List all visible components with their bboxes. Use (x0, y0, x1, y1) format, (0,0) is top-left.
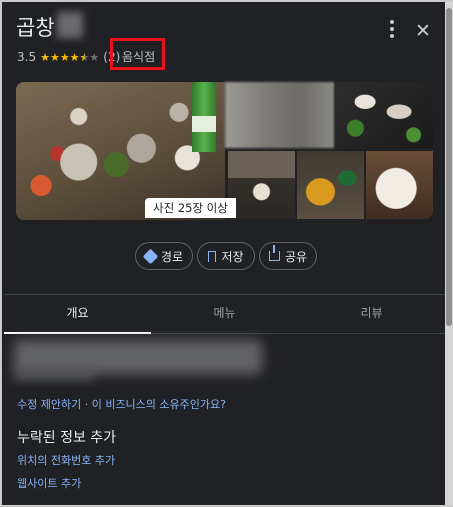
tab-overview[interactable]: 개요 (4, 295, 151, 334)
dot-icon (390, 34, 394, 38)
interior-photo[interactable] (228, 151, 295, 219)
close-icon[interactable]: ✕ (410, 18, 436, 44)
save-label: 저장 (221, 249, 244, 264)
tab-bar: 개요 메뉴 리뷰 (4, 294, 445, 334)
bookmark-icon (208, 250, 217, 262)
dot-icon (390, 20, 394, 24)
add-phone-link[interactable]: 위치의 전화번호 추가 (17, 452, 115, 468)
beer-photo[interactable] (297, 151, 364, 219)
directions-icon (142, 248, 159, 264)
title-blurred-part (57, 12, 83, 38)
rating-value: 3.5 (17, 50, 37, 64)
suggest-edit-link[interactable]: 수정 제안하기 · 이 비즈니스의 소유주인가요? (17, 396, 226, 412)
share-label: 공유 (284, 249, 308, 264)
grill-photo[interactable] (336, 82, 433, 148)
place-panel: 곱창 ✕ 3.5 ★★★★★★ (2) · 음식점 사진 25장 이상 경로 저… (2, 2, 446, 505)
directions-label: 경로 (160, 249, 184, 264)
dish-photo[interactable] (366, 151, 433, 219)
photo-count-badge[interactable]: 사진 25장 이상 (145, 198, 236, 218)
more-options-button[interactable] (380, 18, 404, 44)
highlight-box (110, 38, 165, 70)
place-title: 곱창 (16, 16, 55, 40)
missing-info-heading: 누락된 정보 추가 (17, 430, 117, 446)
scrollbar-thumb[interactable] (446, 8, 452, 326)
dot-icon (390, 27, 394, 31)
blurred-info-secondary (14, 368, 94, 380)
save-button[interactable]: 저장 (197, 242, 255, 270)
directions-button[interactable]: 경로 (135, 242, 193, 270)
share-button[interactable]: 공유 (259, 242, 317, 270)
bottle-label-shape (192, 116, 216, 132)
add-website-link[interactable]: 웹사이트 추가 (17, 475, 81, 491)
star-rating-icon: ★★★★★★ (40, 50, 100, 64)
blurred-photo[interactable] (225, 82, 334, 148)
tab-menu[interactable]: 메뉴 (151, 295, 298, 333)
tab-reviews[interactable]: 리뷰 (298, 295, 445, 333)
share-icon (268, 245, 280, 261)
